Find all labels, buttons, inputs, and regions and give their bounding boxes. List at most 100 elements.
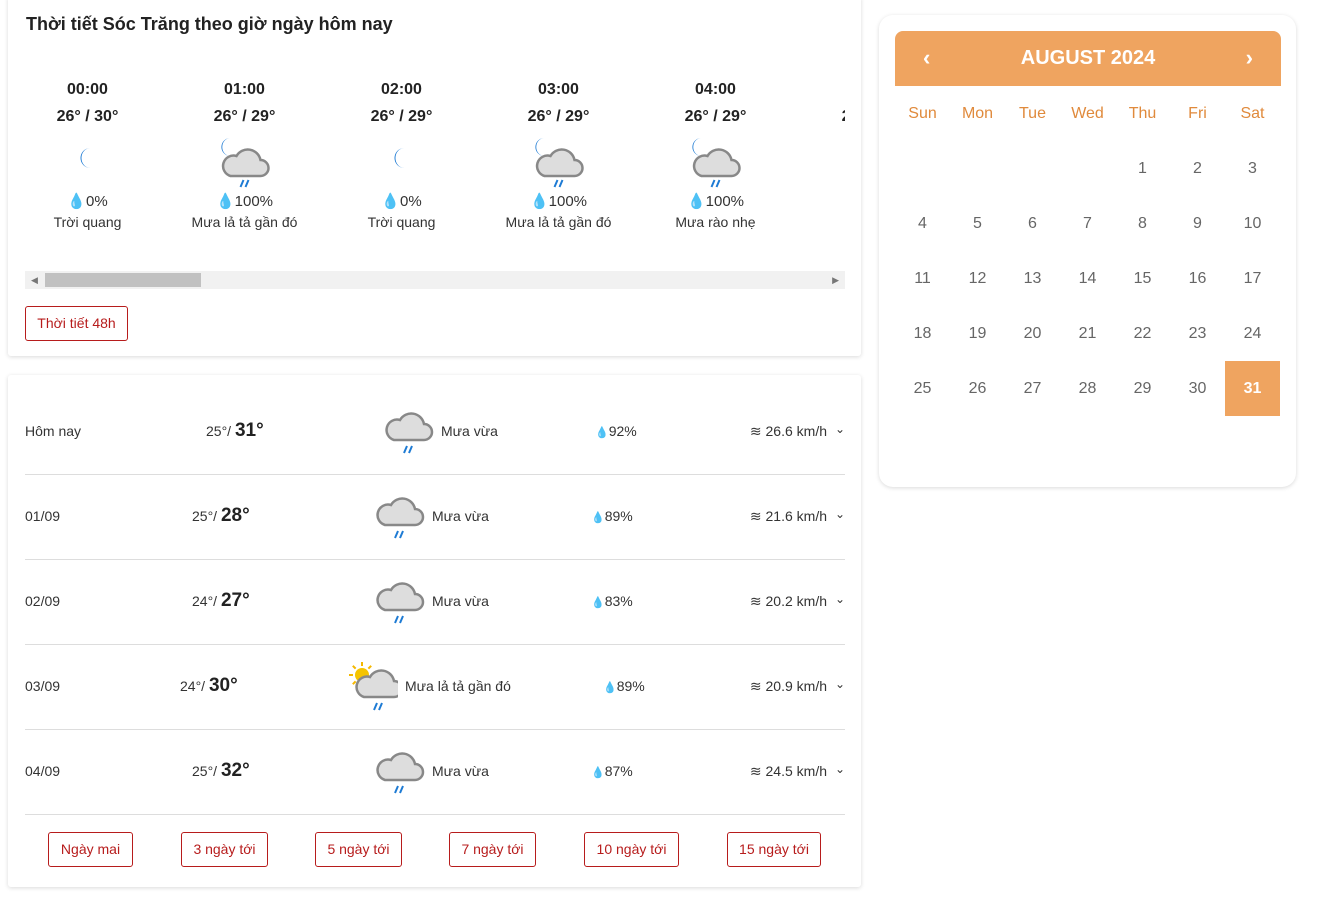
daily-row[interactable]: Hôm nay 25°/ 31° Mưa vừa 💧92% ≋ 26.6 km/… [25,390,845,475]
hourly-forecast-card: Thời tiết Sóc Trăng theo giờ ngày hôm na… [8,0,861,356]
calendar-day[interactable]: 4 [895,196,950,251]
temp-low: 25° [192,763,214,779]
chevron-down-icon[interactable]: ⌄ [835,677,845,691]
calendar-day[interactable]: 31 [1225,361,1280,416]
daily-row[interactable]: 02/09 24°/ 27° Mưa vừa 💧83% ≋ 20.2 km/h … [25,560,845,645]
calendar-day[interactable]: 3 [1225,141,1280,196]
calendar-day[interactable]: 20 [1005,306,1060,361]
hourly-item: 03:00 26° / 29° 💧100% Mưa lả tả gần đó [480,80,637,230]
forecast-range-button[interactable]: 15 ngày tới [727,832,821,867]
calendar-day[interactable]: 10 [1225,196,1280,251]
calendar-day[interactable]: 28 [1060,361,1115,416]
day-desc: Mưa vừa [432,593,489,609]
calendar-day[interactable]: 12 [950,251,1005,306]
chevron-down-icon[interactable]: ⌄ [835,592,845,606]
wind-speed: 20.2 km/h [765,593,827,609]
next-month-icon[interactable]: › [1246,45,1253,71]
calendar-day[interactable]: 18 [895,306,950,361]
calendar-day[interactable]: 15 [1115,251,1170,306]
hour-desc: Mưa lả tả gần đó [505,214,612,230]
rain-chance: 0% [400,193,422,210]
scroll-right-icon[interactable]: ▶ [832,275,839,286]
hour-temp: 26° / 29° [213,108,276,125]
drop-icon: 💧 [591,597,605,609]
calendar-day[interactable]: 21 [1060,306,1115,361]
forecast-range-button[interactable]: 3 ngày tới [181,832,268,867]
calendar-day[interactable]: 16 [1170,251,1225,306]
calendar-day[interactable]: 22 [1115,306,1170,361]
scroll-left-icon[interactable]: ◀ [31,275,38,286]
drop-icon: 💧 [381,193,400,210]
humidity: 87% [604,763,633,779]
moon-icon [394,148,405,168]
calendar-day[interactable]: 26 [950,361,1005,416]
hourly-item: 02:00 26° / 29° 💧0% Trời quang [323,80,480,230]
calendar-day[interactable]: 2 [1170,141,1225,196]
cloud-rain-icon [376,582,425,624]
hour-time: 01:00 [224,81,265,98]
temp-low: 25° [206,423,228,439]
temp-low: 25° [192,508,214,524]
calendar-day[interactable]: 17 [1225,251,1280,306]
chevron-down-icon[interactable]: ⌄ [835,507,845,521]
wind-speed: 20.9 km/h [765,678,827,694]
chevron-down-icon[interactable]: ⌄ [835,422,845,436]
calendar-day[interactable]: 7 [1060,196,1115,251]
calendar-day[interactable]: 25 [895,361,950,416]
hourly-item: 05:00 26° / 29° 💧100% Mưa [794,80,845,230]
calendar-day[interactable]: 14 [1060,251,1115,306]
calendar-day[interactable]: 23 [1170,306,1225,361]
weekday-label: Wed [1071,105,1104,122]
calendar-day[interactable]: 5 [950,196,1005,251]
calendar-day[interactable]: 11 [895,251,950,306]
temp-high: 30° [208,675,238,696]
hour-temp: 26° / 29° [684,108,747,125]
wind-icon: ≋ [749,508,762,524]
rain-chance: 100% [234,193,274,210]
calendar-day[interactable]: 19 [950,306,1005,361]
rain-chance: 100% [705,193,745,210]
hour-time: 04:00 [695,81,736,98]
humidity: 89% [616,678,645,694]
wind-speed: 21.6 km/h [765,508,827,524]
calendar-day[interactable]: 1 [1115,141,1170,196]
weekday-label: Mon [961,105,994,122]
hourly-scroller[interactable]: 00:00 26° / 30° 💧0% Trời quang 01:00 26°… [25,80,845,250]
cloud-rain-icon [376,752,425,794]
calendar-month-title: AUGUST 2024 [1020,47,1156,69]
daily-row[interactable]: 04/09 25°/ 32° Mưa vừa 💧87% ≋ 24.5 km/h … [25,730,845,815]
hour-time: 00:00 [67,81,108,98]
calendar-day[interactable]: 13 [1005,251,1060,306]
day-date: 03/09 [25,678,61,694]
calendar-day[interactable]: 30 [1170,361,1225,416]
forecast-range-button[interactable]: 5 ngày tới [315,832,402,867]
chevron-down-icon[interactable]: ⌄ [835,762,845,776]
drop-icon: 💧 [591,767,605,779]
calendar-day[interactable]: 29 [1115,361,1170,416]
daily-row[interactable]: 01/09 25°/ 28° Mưa vừa 💧89% ≋ 21.6 km/h … [25,475,845,560]
daily-row[interactable]: 03/09 24°/ 30° Mưa lả tả gần đó 💧89% ≋ 2… [25,645,845,730]
weekday-label: Sat [1240,105,1265,122]
calendar-day[interactable]: 9 [1170,196,1225,251]
calendar-day[interactable]: 27 [1005,361,1060,416]
weekday-label: Thu [1128,105,1157,122]
day-desc: Mưa vừa [432,763,489,779]
day-date: 04/09 [25,763,61,779]
moon-cloud-rain-icon [535,138,584,188]
forecast-range-button[interactable]: 10 ngày tới [584,832,679,867]
calendar-day[interactable]: 8 [1115,196,1170,251]
wind-speed: 26.6 km/h [765,423,827,439]
calendar-header: ‹ AUGUST 2024 › [895,31,1281,86]
rain-chance: 0% [86,193,108,210]
calendar-day[interactable]: 6 [1005,196,1060,251]
horizontal-scrollbar[interactable]: ◀ ▶ [25,271,845,289]
drop-icon: 💧 [591,512,605,524]
weather-48h-button[interactable]: Thời tiết 48h [25,306,128,341]
forecast-range-button[interactable]: 7 ngày tới [449,832,536,867]
day-date: 02/09 [25,593,61,609]
calendar-day[interactable]: 24 [1225,306,1280,361]
forecast-range-button[interactable]: Ngày mai [48,832,133,867]
moon-cloud-rain-icon [221,138,270,188]
scrollbar-thumb[interactable] [45,273,201,287]
calendar: ‹ AUGUST 2024 › Sun Mon Tue Wed Thu Fri Sat 1 2 3… [879,15,1296,487]
